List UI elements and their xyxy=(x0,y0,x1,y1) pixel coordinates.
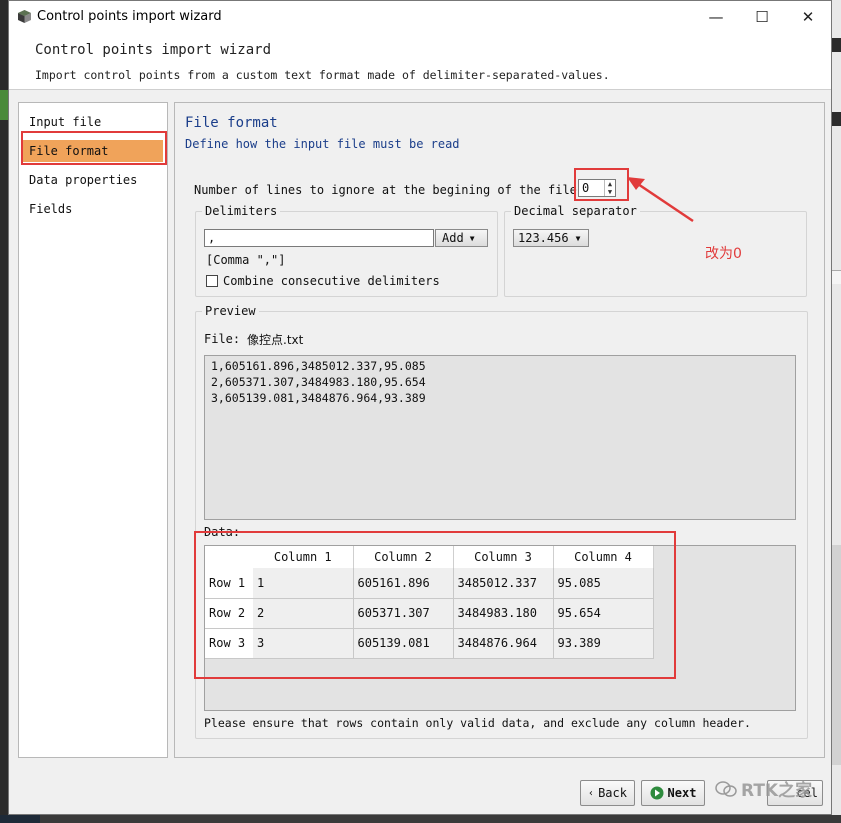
nav-item-input-file[interactable]: Input file xyxy=(29,111,165,133)
preview-line: 2,605371.307,3484983.180,95.654 xyxy=(211,375,426,389)
delimiter-input[interactable]: , xyxy=(204,229,434,247)
minimize-button[interactable]: — xyxy=(693,1,739,32)
decimal-separator-value: 123.456 xyxy=(518,231,569,245)
delimiter-value: , xyxy=(208,231,216,245)
delimiter-description: [Comma ","] xyxy=(206,253,286,267)
nav-item-fields[interactable]: Fields xyxy=(29,198,165,220)
back-label: Back xyxy=(598,786,627,800)
watermark-text: RTK之家 xyxy=(741,781,813,801)
title-bar[interactable]: Control points import wizard — ☐ ✕ xyxy=(9,1,831,32)
annotation-note: 改为0 xyxy=(705,246,742,262)
wizard-subtitle: Import control points from a custom text… xyxy=(35,68,610,82)
background-app-right-accent-3 xyxy=(832,270,841,284)
nav-item-data-properties[interactable]: Data properties xyxy=(29,169,165,191)
maximize-button[interactable]: ☐ xyxy=(739,1,785,32)
wizard-header: Control points import wizard Import cont… xyxy=(9,32,831,90)
wizard-title: Control points import wizard xyxy=(35,42,272,58)
nav-item-label: Fields xyxy=(29,202,73,216)
app-cube-icon xyxy=(18,10,31,23)
section-title: File format xyxy=(185,115,278,131)
background-taskbar xyxy=(0,815,841,823)
close-icon: ✕ xyxy=(801,7,815,26)
preview-note: Please ensure that rows contain only val… xyxy=(204,716,751,730)
watermark: RTK之家 xyxy=(715,776,812,801)
background-app-left xyxy=(0,0,8,823)
background-taskbar-start xyxy=(0,815,40,823)
window-title: Control points import wizard xyxy=(37,9,222,24)
background-app-right-accent-2 xyxy=(832,112,841,126)
annotation-highlight-nav xyxy=(21,131,167,165)
background-app-right-panel xyxy=(832,545,841,765)
chat-bubble-icon xyxy=(715,780,737,797)
dropdown-arrow-icon: ▼ xyxy=(469,233,475,243)
ignore-lines-label: Number of lines to ignore at the beginin… xyxy=(194,183,585,197)
background-app-left-accent xyxy=(0,90,8,120)
combine-delimiters-label: Combine consecutive delimiters xyxy=(223,274,440,288)
decimal-separator-select[interactable]: 123.456 ▼ xyxy=(513,229,589,247)
background-app-right-accent xyxy=(832,38,841,52)
add-delimiter-button[interactable]: Add ▼ xyxy=(435,229,488,247)
close-button[interactable]: ✕ xyxy=(785,1,831,32)
section-subtitle: Define how the input file must be read xyxy=(185,137,460,151)
add-delimiter-label: Add xyxy=(442,231,464,245)
preview-line: 1,605161.896,3485012.337,95.085 xyxy=(211,359,426,373)
preview-title: Preview xyxy=(202,304,259,318)
wizard-window: Control points import wizard — ☐ ✕ Contr… xyxy=(8,0,832,815)
preview-file-label: File: xyxy=(204,332,241,346)
next-arrow-icon xyxy=(650,786,664,800)
back-button[interactable]: ‹ Back xyxy=(580,780,635,806)
next-button[interactable]: Next xyxy=(641,780,705,806)
annotation-highlight-data xyxy=(194,531,676,679)
raw-preview-box[interactable]: 1,605161.896,3485012.337,95.085 2,605371… xyxy=(204,355,796,520)
delimiters-title: Delimiters xyxy=(202,204,281,218)
dropdown-arrow-icon: ▼ xyxy=(575,233,581,243)
file-format-panel: File format Define how the input file mu… xyxy=(174,102,825,758)
annotation-arrow-icon xyxy=(627,177,694,223)
nav-item-label: Data properties xyxy=(29,173,138,187)
combine-delimiters-checkbox[interactable] xyxy=(206,275,218,287)
preview-file-name: 像控点.txt xyxy=(247,333,304,347)
minimize-icon: — xyxy=(708,7,724,26)
wizard-steps-nav: Input file File format Data properties F… xyxy=(18,102,168,758)
delimiters-group: Delimiters , Add ▼ [Comma ","] Combine c… xyxy=(195,204,498,297)
nav-item-label: Input file xyxy=(29,115,102,129)
maximize-icon: ☐ xyxy=(755,7,769,26)
chevron-left-icon: ‹ xyxy=(588,787,595,799)
next-label: Next xyxy=(667,786,697,800)
preview-line: 3,605139.081,3484876.964,93.389 xyxy=(211,391,426,405)
